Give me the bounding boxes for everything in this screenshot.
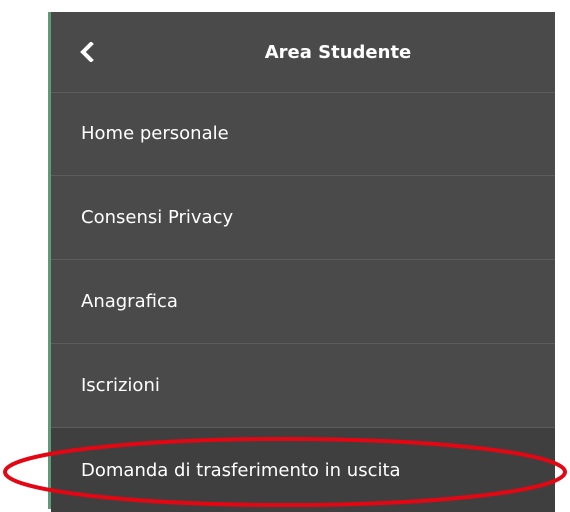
menu-item-iscrizioni[interactable]: Iscrizioni (51, 344, 555, 428)
menu-title: Area Studente (264, 41, 412, 63)
menu-header: Area Studente (51, 12, 555, 93)
menu-item-label: Domanda di trasferimento in uscita (81, 459, 401, 481)
menu-item-label: Home personale (81, 123, 229, 144)
menu-item-domanda-trasferimento[interactable]: Domanda di trasferimento in uscita (51, 428, 555, 512)
menu-list: Home personale Consensi Privacy Anagrafi… (51, 92, 555, 512)
menu-item-label: Anagrafica (81, 291, 178, 312)
menu-item-home-personale[interactable]: Home personale (51, 92, 555, 176)
menu-item-label: Iscrizioni (81, 375, 160, 396)
menu-item-anagrafica[interactable]: Anagrafica (51, 260, 555, 344)
student-area-menu: Area Studente Home personale Consensi Pr… (48, 12, 555, 512)
menu-item-label: Consensi Privacy (81, 207, 234, 228)
menu-item-consensi-privacy[interactable]: Consensi Privacy (51, 176, 555, 260)
